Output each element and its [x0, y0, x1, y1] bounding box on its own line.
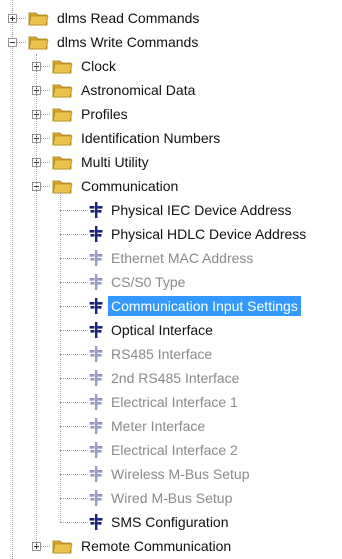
tree-folder-node[interactable] — [0, 174, 342, 198]
tree-folder-node[interactable] — [0, 30, 342, 54]
tree-command-node[interactable] — [0, 246, 342, 270]
tree-command-node[interactable] — [0, 222, 342, 246]
tree-command-node[interactable] — [0, 414, 342, 438]
tree-command-node[interactable] — [0, 438, 342, 462]
tree-folder-node[interactable] — [0, 54, 342, 78]
tree-folder-node[interactable] — [0, 102, 342, 126]
tree-command-node[interactable] — [0, 462, 342, 486]
tree-guide-line — [36, 54, 37, 546]
command-tree: dlms Read Commands dlms Write Commands Clo… — [0, 0, 342, 559]
tree-folder-node[interactable] — [0, 126, 342, 150]
tree-command-node[interactable] — [0, 318, 342, 342]
tree-folder-node[interactable] — [0, 150, 342, 174]
tree-command-node[interactable] — [0, 342, 342, 366]
tree-command-node[interactable] — [0, 366, 342, 390]
tree-folder-node[interactable] — [0, 6, 342, 30]
tree-folder-node[interactable] — [0, 78, 342, 102]
tree-command-node[interactable] — [0, 390, 342, 414]
tree-folder-node[interactable] — [0, 534, 342, 558]
tree-command-node[interactable] — [0, 510, 342, 534]
tree-command-node[interactable] — [0, 270, 342, 294]
tree-command-node[interactable] — [0, 486, 342, 510]
tree-guide-line — [60, 192, 61, 522]
tree-command-node[interactable] — [0, 294, 342, 318]
tree-command-node[interactable] — [0, 198, 342, 222]
